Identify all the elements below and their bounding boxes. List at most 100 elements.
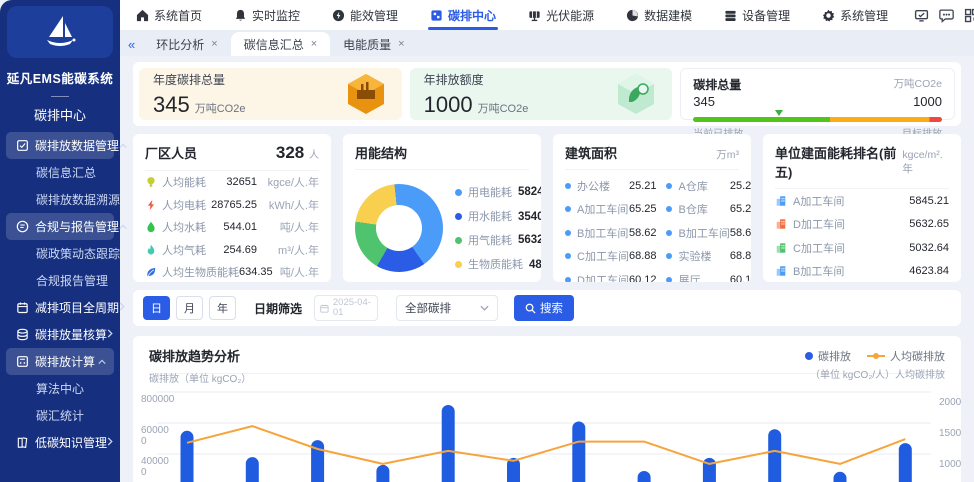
sidebar-subitem-1-0[interactable]: 碳政策动态跟踪 <box>0 240 120 267</box>
donut-legend-item-1[interactable]: 用水能耗3540吨 <box>455 204 541 228</box>
sidebar: 延凡EMS能碳系统 碳排中心 碳排放数据管理碳信息汇总碳排放数据溯源合规与报告管… <box>0 0 120 482</box>
donut-legend-item-0[interactable]: 用电能耗58242kWh <box>455 180 541 204</box>
sidebar-item-label: 低碳知识管理 <box>35 434 107 451</box>
period-button-日[interactable]: 日 <box>143 296 170 320</box>
sidebar-item-label: 碳排放量核算 <box>35 326 107 343</box>
nav-item-5[interactable]: 数据建模 <box>620 0 698 30</box>
building-cell-1: A仓库25.21 <box>666 174 751 198</box>
building-icon <box>775 218 787 230</box>
monitor-icon-button[interactable] <box>914 6 929 24</box>
period-button-年[interactable]: 年 <box>209 296 236 320</box>
energy-structure-title: 用能结构 <box>355 143 407 162</box>
close-tab-icon[interactable]: × <box>211 38 217 50</box>
building-value: 68.88 <box>730 250 751 262</box>
building-label: B加工车间 <box>678 225 729 241</box>
nav-item-0[interactable]: 系统首页 <box>130 0 208 30</box>
nav-item-7[interactable]: 系统管理 <box>816 0 894 30</box>
project-icon <box>16 301 29 314</box>
sidebar-subitem-4-1[interactable]: 碳汇统计 <box>0 402 120 429</box>
nav-item-6[interactable]: 设备管理 <box>718 0 796 30</box>
sidebar-subitem-label: 碳政策动态跟踪 <box>36 245 120 262</box>
nav-item-label: 系统首页 <box>154 7 202 24</box>
target-emission-value: 1000 <box>913 94 942 109</box>
bar-month-12[interactable] <box>899 443 912 482</box>
legend-label: 用气能耗 <box>468 232 512 248</box>
bar-month-11[interactable] <box>834 472 847 482</box>
donut-legend-item-3[interactable]: 生物质能耗4823吨 <box>455 252 541 276</box>
sidebar-item-4[interactable]: 碳排放计算 <box>6 348 114 375</box>
bar-month-8[interactable] <box>638 471 651 482</box>
building-label: A仓库 <box>678 178 729 194</box>
chart-legend-label: 碳排放 <box>818 348 851 364</box>
sidebar-item-5[interactable]: 低碳知识管理 <box>6 429 114 456</box>
nav-item-label: 系统管理 <box>840 7 888 24</box>
chart-legend-item-1[interactable]: 人均碳排放 <box>867 348 945 364</box>
line-series[interactable] <box>187 426 905 464</box>
annual-emission-card: 年度碳排总量 345万吨CO2e <box>139 68 402 120</box>
sidebar-subitem-4-0[interactable]: 算法中心 <box>0 375 120 402</box>
right-axis-label: （单位 kgCO₂/人）人均碳排放 <box>795 370 945 382</box>
sidebar-menu: 碳排放数据管理碳信息汇总碳排放数据溯源合规与报告管理碳政策动态跟踪合规报告管理减… <box>0 132 120 456</box>
search-button[interactable]: 搜索 <box>514 295 574 321</box>
calendar-icon <box>320 303 329 314</box>
building-label: 实验楼 <box>678 248 729 264</box>
bullet-icon <box>565 230 571 236</box>
date-picker[interactable]: 2025-04-01 <box>314 295 378 321</box>
app-root: 延凡EMS能碳系统 碳排中心 碳排放数据管理碳信息汇总碳排放数据溯源合规与报告管… <box>0 0 974 482</box>
sidebar-item-1[interactable]: 合规与报告管理 <box>6 213 114 240</box>
staff-row-unit: kWh/人.年 <box>257 197 319 213</box>
building-label: B仓库 <box>678 201 729 217</box>
nav-item-1[interactable]: 实时监控 <box>228 0 306 30</box>
period-button-月[interactable]: 月 <box>176 296 203 320</box>
chart-legend-item-0[interactable]: 碳排放 <box>805 348 851 364</box>
bullet-icon <box>666 206 672 212</box>
rank-value: 4623.84 <box>909 265 949 277</box>
app-logo[interactable] <box>7 6 113 58</box>
donut-legend-item-2[interactable]: 用气能耗5632m³ <box>455 228 541 252</box>
staff-row-label: 人均能耗 <box>162 174 226 190</box>
sidebar-subitem-1-1[interactable]: 合规报告管理 <box>0 267 120 294</box>
building-value: 25.21 <box>629 180 657 192</box>
sidebar-subitem-label: 算法中心 <box>36 380 112 397</box>
bar-month-4[interactable] <box>376 465 389 482</box>
bolt-icon <box>145 199 157 211</box>
legend-label: 用水能耗 <box>468 208 512 224</box>
bar-month-10[interactable] <box>768 429 781 482</box>
chat-icon-button[interactable] <box>939 6 954 24</box>
trend-chart-plot[interactable] <box>133 384 961 482</box>
bullet-icon <box>565 277 571 282</box>
bar-month-5[interactable] <box>442 405 455 482</box>
energy-donut-chart[interactable] <box>355 184 443 272</box>
total-emission-unit: 万吨CO2e <box>894 76 942 93</box>
bar-month-7[interactable] <box>572 422 585 482</box>
nav-item-2[interactable]: 能效管理 <box>326 0 404 30</box>
tab-0[interactable]: 环比分析× <box>143 32 230 56</box>
legend-dot-icon <box>455 237 462 244</box>
tab-2[interactable]: 电能质量× <box>330 32 417 56</box>
staff-panel-title: 厂区人员 <box>145 143 197 162</box>
energy-rank-title: 单位建面能耗排名(前五) <box>775 143 902 181</box>
date-value: 2025-04-01 <box>333 298 372 318</box>
bar-month-2[interactable] <box>246 457 259 482</box>
sidebar-subitem-0-0[interactable]: 碳信息汇总 <box>0 159 120 186</box>
staff-panel: 厂区人员 328 人 人均能耗32651kgce/人.年人均电耗28765.25… <box>133 134 331 282</box>
emission-type-select[interactable]: 全部碳排 <box>396 295 498 321</box>
sidebar-item-0[interactable]: 碳排放数据管理 <box>6 132 114 159</box>
close-tab-icon[interactable]: × <box>311 38 317 50</box>
gear-icon <box>822 9 835 22</box>
sidebar-subitem-label: 碳排放数据溯源 <box>36 191 120 208</box>
bar-month-1[interactable] <box>181 431 194 482</box>
sidebar-item-2[interactable]: 减排项目全周期 <box>6 294 114 321</box>
sidebar-item-3[interactable]: 碳排放量核算 <box>6 321 114 348</box>
layout-icon-button[interactable] <box>964 6 974 24</box>
caret-right-icon <box>107 329 113 338</box>
nav-item-4[interactable]: 光伏能源 <box>522 0 600 30</box>
tab-1[interactable]: 碳信息汇总× <box>231 32 330 56</box>
app-title: 延凡EMS能碳系统 <box>0 68 120 87</box>
collapse-tabs-icon[interactable]: « <box>128 37 135 52</box>
nav-item-3[interactable]: 碳排中心 <box>424 0 502 30</box>
module-title: 碳排中心 <box>0 105 120 124</box>
sidebar-item-label: 碳排放计算 <box>35 353 98 370</box>
close-tab-icon[interactable]: × <box>398 38 404 50</box>
sidebar-subitem-0-1[interactable]: 碳排放数据溯源 <box>0 186 120 213</box>
